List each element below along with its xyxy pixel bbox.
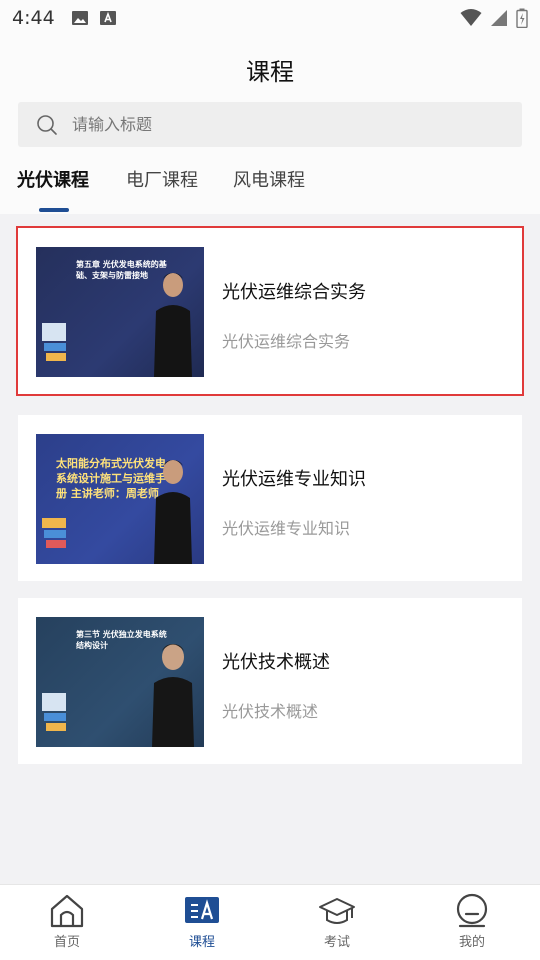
tab-power-plant-courses[interactable]: 电厂课程 [126,166,198,192]
bottom-navigation: 首页 课程 考试 我的 [0,884,540,960]
course-subtitle: 光伏运维专业知识 [222,519,351,538]
course-thumbnail: 第五章 光伏发电系统的基础、支架与防雷接地 [36,247,204,377]
lecturer-image [154,460,192,564]
course-card[interactable]: 太阳能分布式光伏发电系统设计施工与运维手册 主讲老师：周老师 光伏运维专业知识 … [18,415,522,581]
search-bar[interactable] [18,102,522,147]
course-subtitle: 光伏技术概述 [222,702,319,721]
nav-label: 我的 [458,935,485,950]
search-input[interactable] [72,115,472,134]
course-title: 光伏运维专业知识 [222,469,366,490]
search-icon [37,114,57,135]
battery-icon [516,8,528,28]
course-icon [185,897,219,923]
decoration-graphic [42,518,66,548]
home-icon [50,894,84,928]
course-card[interactable]: 第五章 光伏发电系统的基础、支架与防雷接地 光伏运维综合实务 光伏运维综合实务 [16,226,524,396]
profile-icon [456,893,488,928]
course-thumbnail: 太阳能分布式光伏发电系统设计施工与运维手册 主讲老师：周老师 [36,434,204,564]
course-tabs: 光伏课程 电厂课程 风电课程 [0,166,540,214]
decoration-graphic [42,323,66,361]
course-card[interactable]: 第三节 光伏独立发电系统结构设计 光伏技术概述 光伏技术概述 [18,598,522,764]
status-time: 4:44 [12,7,55,29]
app-notification-icon [99,11,116,25]
nav-profile[interactable]: 我的 [432,893,512,959]
nav-exam[interactable]: 考试 [297,893,377,959]
header: 课程 光伏课程 电厂课程 风电课程 [0,36,540,214]
image-notification-icon [71,11,88,25]
lecturer-image [152,644,194,747]
nav-label: 首页 [53,935,80,950]
tab-wind-power-courses[interactable]: 风电课程 [233,166,305,192]
course-title: 光伏技术概述 [222,652,330,673]
status-bar: 4:44 [0,0,540,36]
page-title: 课程 [246,58,294,86]
signal-icon [491,10,507,26]
course-thumbnail: 第三节 光伏独立发电系统结构设计 [36,617,204,747]
wifi-icon [460,9,482,26]
nav-label: 课程 [188,935,215,950]
graduation-cap-icon [319,898,355,924]
lecturer-image [154,273,192,377]
nav-label: 考试 [323,935,350,950]
nav-home[interactable]: 首页 [27,893,107,959]
tab-pv-courses[interactable]: 光伏课程 [17,166,89,192]
course-title: 光伏运维综合实务 [222,282,366,303]
nav-courses[interactable]: 课程 [162,893,242,959]
active-tab-indicator [39,208,69,212]
decoration-graphic [42,693,66,731]
course-subtitle: 光伏运维综合实务 [222,332,351,351]
